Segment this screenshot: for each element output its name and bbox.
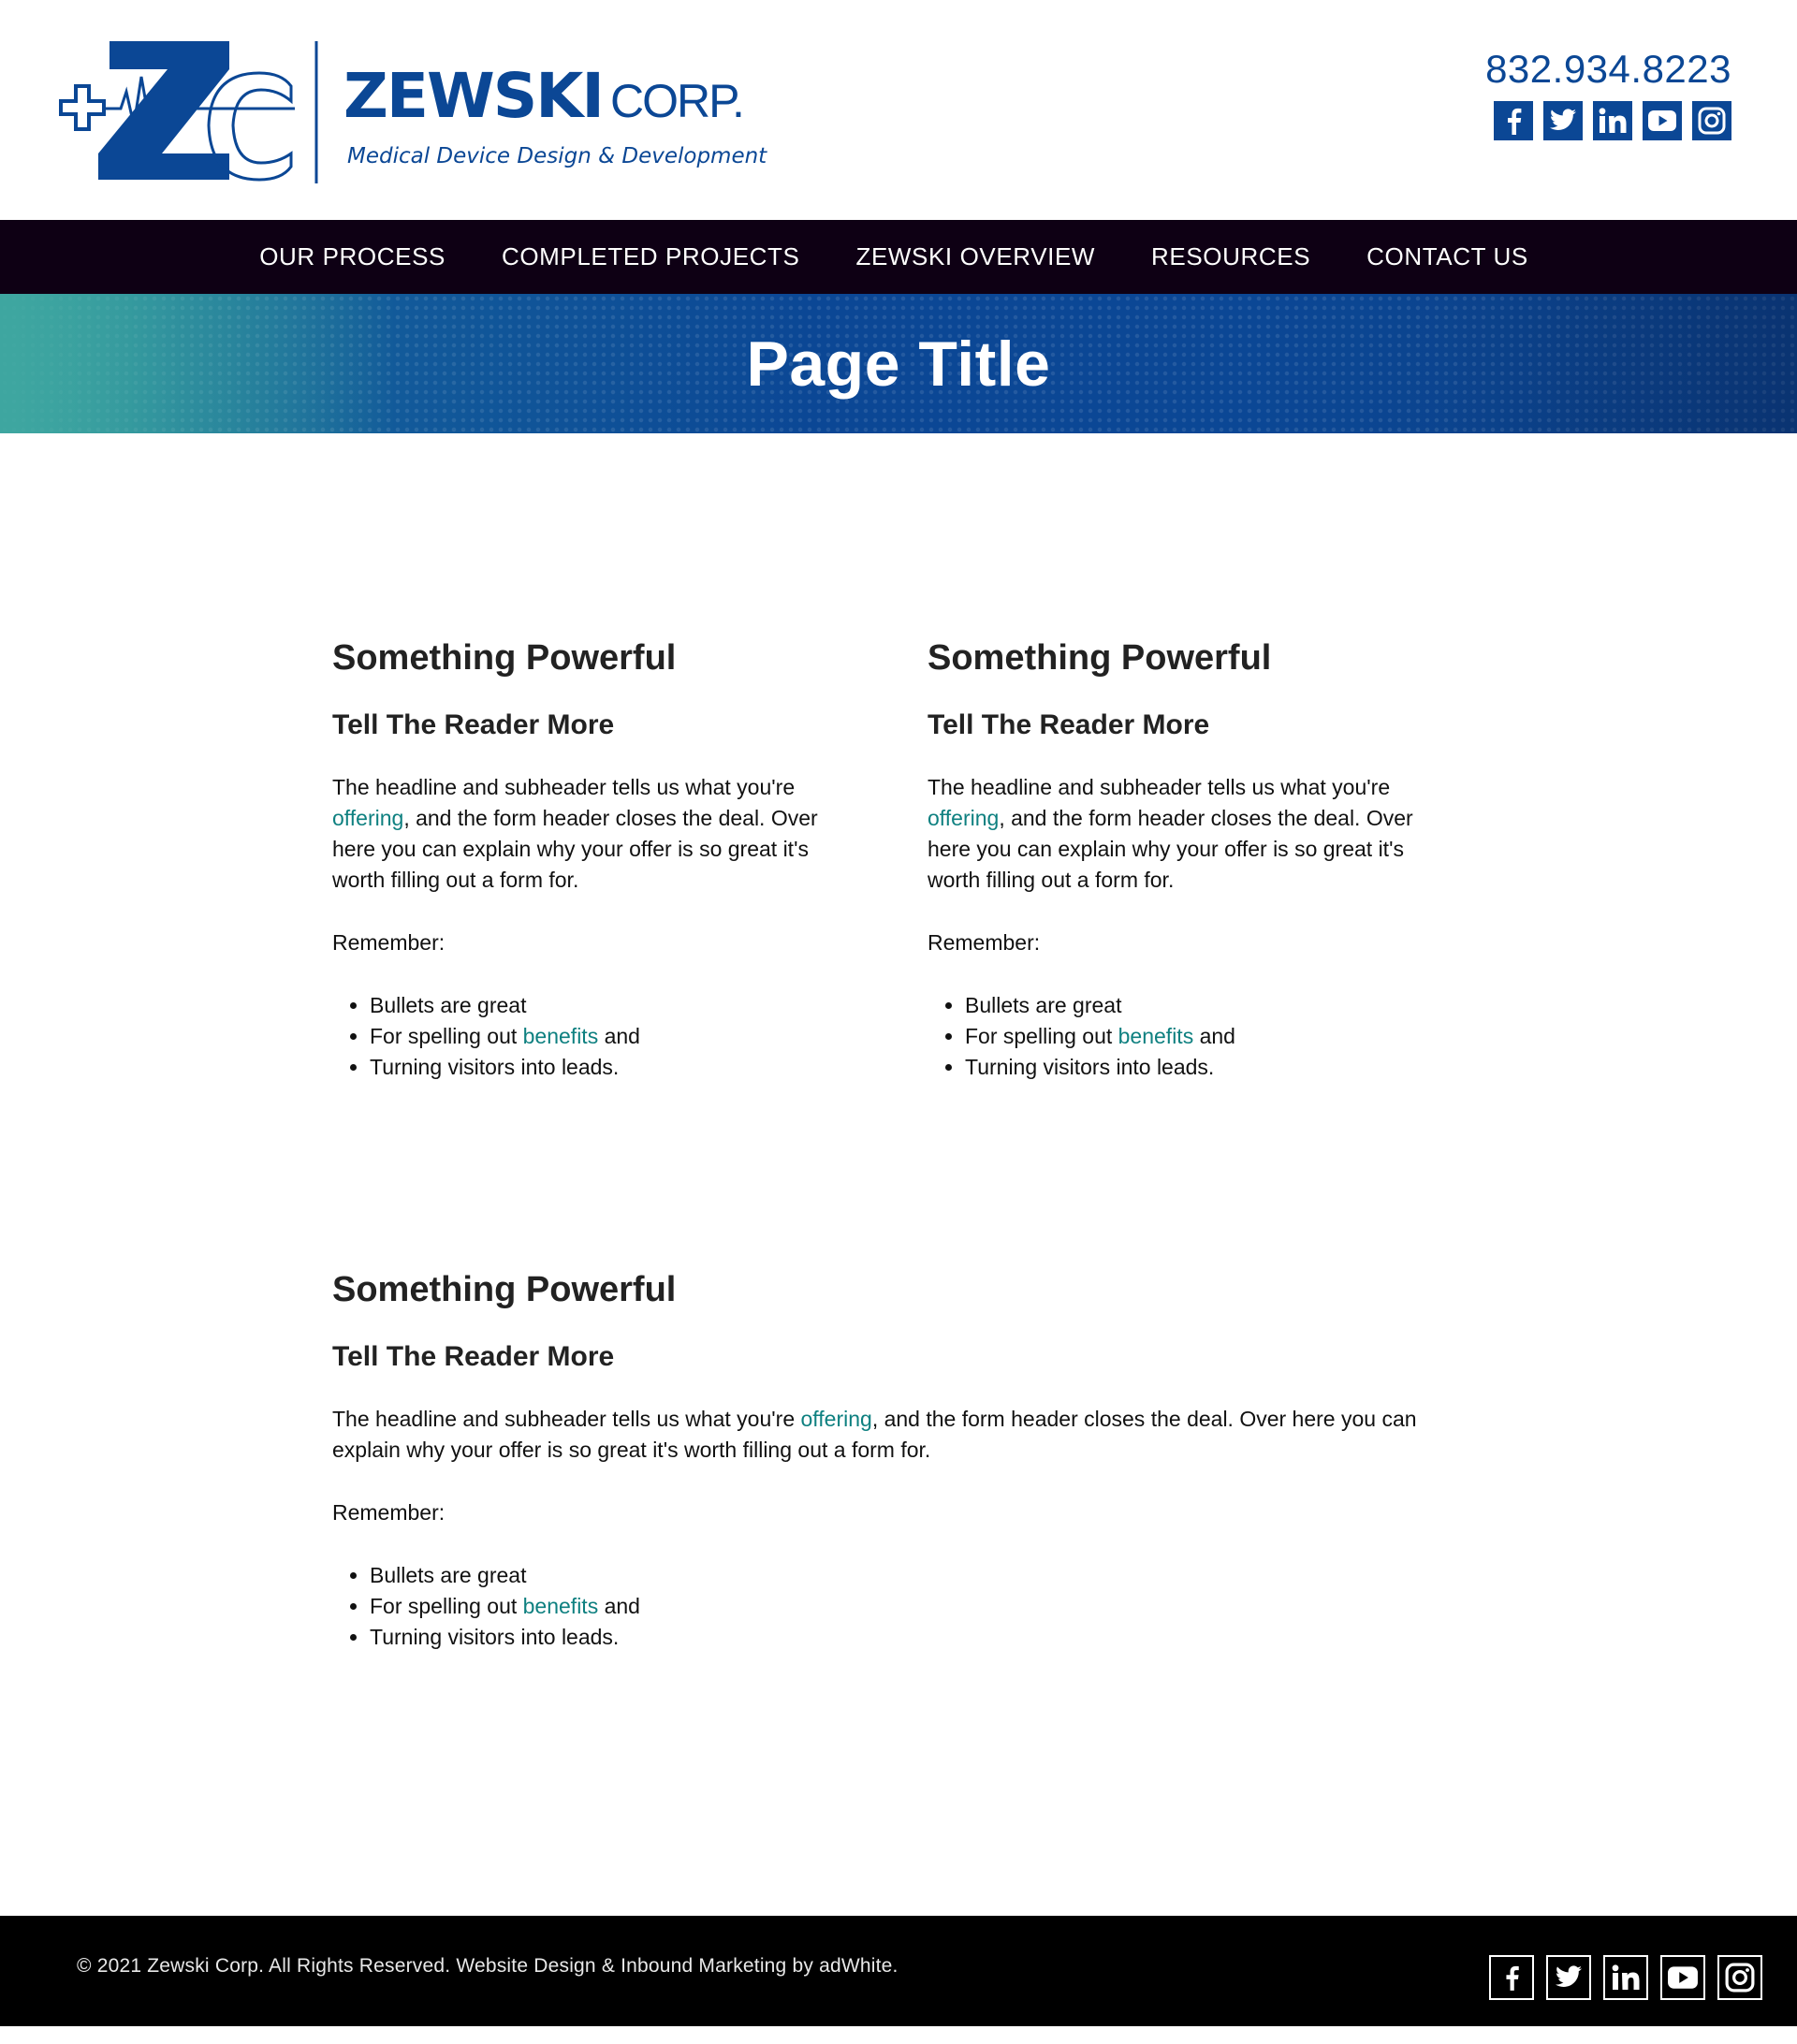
site-footer: © 2021 Zewski Corp. All Rights Reserved.…	[0, 1916, 1797, 2026]
nav-list: OUR PROCESS COMPLETED PROJECTS ZEWSKI OV…	[259, 242, 1528, 271]
bullet-text: For spelling out	[965, 1024, 1118, 1048]
content-block: Something Powerful Tell The Reader More …	[332, 1269, 1455, 1653]
bullet-text: and	[598, 1024, 640, 1048]
block-heading: Something Powerful	[332, 638, 677, 678]
main-content: Something Powerful Tell The Reader More …	[0, 433, 1797, 1915]
nav-item-our-process: OUR PROCESS	[259, 242, 446, 271]
block-heading: Something Powerful	[332, 1270, 677, 1309]
twitter-icon[interactable]	[1546, 1955, 1591, 2000]
site-logo[interactable]: ZEWSKI CORP. Medical Device Design & Deve…	[51, 39, 767, 185]
nav-link-our-process[interactable]: OUR PROCESS	[259, 242, 446, 270]
page-hero-banner: Page Title	[0, 294, 1797, 433]
list-item: Turning visitors into leads.	[370, 1622, 1455, 1653]
nav-item-zewski-overview: ZEWSKI OVERVIEW	[855, 242, 1095, 271]
linkedin-icon[interactable]	[1593, 101, 1632, 140]
benefits-link[interactable]: benefits	[523, 1024, 599, 1048]
remember-label: Remember:	[928, 930, 1041, 955]
block-heading: Something Powerful	[928, 638, 1272, 678]
instagram-icon[interactable]	[1717, 1955, 1762, 2000]
youtube-icon[interactable]	[1643, 101, 1682, 140]
copyright-text: © 2021 Zewski Corp. All Rights Reserved.…	[77, 1955, 898, 1977]
list-item: Bullets are great	[965, 990, 1433, 1021]
twitter-icon[interactable]	[1543, 101, 1583, 140]
body-text: The headline and subheader tells us what…	[332, 775, 796, 799]
nav-item-completed-projects: COMPLETED PROJECTS	[502, 242, 800, 271]
nav-item-contact-us: CONTACT US	[1366, 242, 1528, 271]
offering-link[interactable]: offering	[928, 806, 999, 830]
block-subheading: Tell The Reader More	[332, 1341, 615, 1372]
remember-label: Remember:	[332, 1500, 446, 1525]
nav-link-completed-projects[interactable]: COMPLETED PROJECTS	[502, 242, 800, 270]
facebook-icon[interactable]	[1489, 1955, 1534, 2000]
list-item: Bullets are great	[370, 990, 838, 1021]
list-item: Turning visitors into leads.	[370, 1052, 838, 1083]
remember-label: Remember:	[332, 930, 446, 955]
logo-corp: CORP.	[609, 75, 745, 127]
logo-wordmark: ZEWSKI CORP.	[343, 66, 745, 128]
content-block: Something Powerful Tell The Reader More …	[928, 637, 1433, 1083]
phone-link[interactable]: 832.934.8223	[1485, 47, 1731, 92]
header-contact: 832.934.8223	[1485, 47, 1731, 140]
list-item: For spelling out benefits and	[370, 1591, 1455, 1622]
instagram-icon[interactable]	[1692, 101, 1731, 140]
logo-name: ZEWSKI	[343, 60, 605, 132]
bullet-list: Bullets are great For spelling out benef…	[332, 1560, 1455, 1653]
bullet-list: Bullets are great For spelling out benef…	[928, 990, 1433, 1083]
site-header: ZEWSKI CORP. Medical Device Design & Deve…	[0, 0, 1797, 220]
bullet-text: and	[1193, 1024, 1235, 1048]
bottom-spacer	[0, 2026, 1797, 2044]
block-body: The headline and subheader tells us what…	[332, 772, 838, 896]
body-text: The headline and subheader tells us what…	[332, 1407, 801, 1431]
list-item: Bullets are great	[370, 1560, 1455, 1591]
block-subheading: Tell The Reader More	[928, 709, 1210, 740]
benefits-link[interactable]: benefits	[1118, 1024, 1194, 1048]
list-item: For spelling out benefits and	[965, 1021, 1433, 1052]
body-text: , and the form header closes the deal. O…	[928, 806, 1413, 892]
list-item: For spelling out benefits and	[370, 1021, 838, 1052]
offering-link[interactable]: offering	[332, 806, 403, 830]
bullet-text: For spelling out	[370, 1594, 523, 1618]
zc-monogram-icon	[59, 41, 318, 183]
header-social-links	[1485, 101, 1731, 140]
linkedin-icon[interactable]	[1603, 1955, 1648, 2000]
body-text: , and the form header closes the deal. O…	[332, 806, 818, 892]
bullet-text: and	[598, 1594, 640, 1618]
bullet-list: Bullets are great For spelling out benef…	[332, 990, 838, 1083]
benefits-link[interactable]: benefits	[523, 1594, 599, 1618]
footer-social-links	[1489, 1955, 1762, 2000]
nav-link-contact-us[interactable]: CONTACT US	[1366, 242, 1528, 270]
logo-tagline: Medical Device Design & Development	[347, 144, 767, 168]
block-body: The headline and subheader tells us what…	[332, 1404, 1455, 1466]
bullet-text: For spelling out	[370, 1024, 523, 1048]
block-body: The headline and subheader tells us what…	[928, 772, 1433, 896]
nav-link-zewski-overview[interactable]: ZEWSKI OVERVIEW	[855, 242, 1095, 270]
body-text: The headline and subheader tells us what…	[928, 775, 1391, 799]
content-block: Something Powerful Tell The Reader More …	[332, 637, 838, 1083]
offering-link[interactable]: offering	[801, 1407, 872, 1431]
list-item: Turning visitors into leads.	[965, 1052, 1433, 1083]
youtube-icon[interactable]	[1660, 1955, 1705, 2000]
facebook-icon[interactable]	[1494, 101, 1533, 140]
nav-item-resources: RESOURCES	[1151, 242, 1310, 271]
nav-link-resources[interactable]: RESOURCES	[1151, 242, 1310, 270]
page-title: Page Title	[746, 328, 1051, 400]
block-subheading: Tell The Reader More	[332, 709, 615, 740]
main-nav: OUR PROCESS COMPLETED PROJECTS ZEWSKI OV…	[0, 220, 1797, 294]
